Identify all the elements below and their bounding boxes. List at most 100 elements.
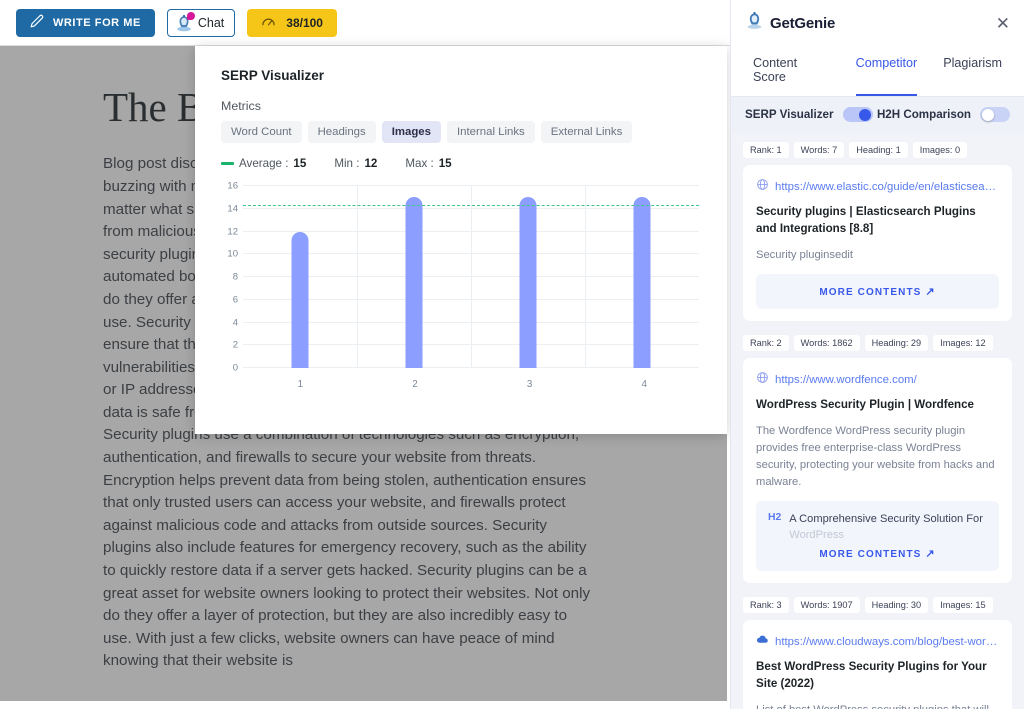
arrow-up-right-icon: ↗: [925, 286, 936, 299]
competitor-meta-badge: Words: 7: [793, 142, 845, 158]
chart-bar[interactable]: [291, 231, 309, 368]
competitor-meta-badge: Images: 12: [933, 335, 993, 352]
competitor-url-row[interactable]: https://www.elastic.co/guide/en/elastics…: [756, 178, 999, 196]
more-contents-button[interactable]: MORE CONTENTS ↗: [768, 285, 987, 298]
tab-content-score[interactable]: Content Score: [753, 46, 830, 96]
competitor-url-row[interactable]: https://www.wordfence.com/: [756, 371, 999, 389]
competitor-meta-badge: Words: 1907: [793, 597, 860, 614]
competitor-meta-row: Rank: 2 Words: 1862 Heading: 29 Images: 12: [743, 335, 1012, 352]
stat-max-label: Max :: [405, 157, 434, 170]
competitor-meta-badge: Images: 0: [912, 142, 968, 158]
chat-notification-dot: [186, 11, 195, 20]
chart-y-tick-label: 14: [227, 203, 238, 215]
chart-y-tick-label: 2: [232, 339, 238, 351]
chart-bar[interactable]: [633, 197, 651, 368]
competitor-item: Rank: 2 Words: 1862 Heading: 29 Images: 12 h…: [743, 335, 1012, 584]
competitor-meta-badge: Heading: 30: [864, 597, 929, 614]
competitor-title: Security plugins | Elasticsearch Plugins…: [756, 205, 976, 235]
average-line-swatch: [221, 162, 234, 165]
competitor-url[interactable]: https://www.wordfence.com/: [775, 374, 917, 386]
heading-text: A Comprehensive Security Solution For Wo…: [789, 513, 983, 541]
competitor-list[interactable]: Rank: 1 Words: 7 Heading: 1 Images: 0 https:…: [731, 132, 1024, 709]
stat-min-label: Min :: [334, 157, 360, 170]
content-score-value: 38/100: [286, 15, 323, 30]
chart-y-tick-label: 8: [232, 271, 238, 283]
competitor-meta-badge: Images: 15: [933, 597, 993, 614]
metric-chip-headings[interactable]: Headings: [307, 121, 376, 143]
tab-plagiarism[interactable]: Plagiarism: [943, 46, 1002, 96]
chart-x-tick-label: 1: [297, 379, 304, 390]
write-for-me-button[interactable]: WRITE FOR ME: [16, 8, 155, 37]
arrow-up-right-icon: ↗: [925, 548, 936, 561]
competitor-card: https://www.wordfence.com/WordPress Secu…: [743, 358, 1012, 584]
competitor-url[interactable]: https://www.elastic.co/guide/en/elastics…: [775, 181, 999, 193]
competitor-meta-badge: Rank: 1: [743, 142, 789, 158]
chart-y-tick-label: 6: [232, 294, 238, 306]
content-score-button[interactable]: 38/100: [247, 8, 337, 37]
serp-bar-chart: 0 2 4 6 8 10 12 14 16 1234: [221, 178, 705, 394]
stat-average-label: Average :: [239, 157, 289, 170]
brand-name: GetGenie: [770, 14, 836, 32]
metric-chip-group: Word Count Headings Images Internal Link…: [221, 121, 705, 143]
competitor-meta-badge: Rank: 3: [743, 597, 789, 614]
chart-bar[interactable]: [405, 197, 423, 368]
competitor-meta-badge: Rank: 2: [743, 335, 789, 352]
chart-y-tick-label: 0: [232, 362, 238, 374]
more-contents-button[interactable]: MORE CONTENTS ↗: [768, 547, 987, 560]
competitor-heading-row: H2 A Comprehensive Security Solution For …: [768, 512, 987, 543]
chart-x-tick-label: 3: [526, 379, 533, 390]
competitor-url[interactable]: https://www.cloudways.com/blog/best-word…: [775, 636, 999, 648]
serp-visualizer-title: SERP Visualizer: [221, 68, 325, 83]
toggle-h2h-comparison-switch[interactable]: [980, 107, 1010, 122]
competitor-card: https://www.cloudways.com/blog/best-word…: [743, 620, 1012, 709]
cloud-icon: [756, 633, 769, 651]
chart-plot-area: [243, 185, 699, 368]
metric-chip-word-count[interactable]: Word Count: [221, 121, 302, 143]
tab-competitor[interactable]: Competitor: [855, 46, 918, 96]
metric-chip-external-links[interactable]: External Links: [540, 121, 633, 143]
sidebar-toggles: SERP Visualizer H2H Comparison: [731, 97, 1024, 132]
metric-chip-internal-links[interactable]: Internal Links: [446, 121, 535, 143]
competitor-item: Rank: 3 Words: 1907 Heading: 30 Images: 15 h…: [743, 597, 1012, 709]
more-contents-label: MORE CONTENTS: [819, 287, 922, 299]
more-contents-label: MORE CONTENTS: [819, 549, 922, 561]
metric-chip-images[interactable]: Images: [381, 121, 441, 143]
close-icon[interactable]: ✕: [996, 15, 1010, 32]
chart-x-tick-label: 4: [641, 379, 647, 390]
globe-icon: [756, 178, 769, 196]
gauge-icon: [261, 15, 276, 30]
competitor-card: https://www.elastic.co/guide/en/elastics…: [743, 165, 1012, 322]
getgenie-sidebar: GetGenie ✕ Content Score Competitor Plag…: [730, 0, 1024, 709]
write-for-me-label: WRITE FOR ME: [53, 16, 141, 29]
competitor-description: List of best WordPress security plugins …: [756, 702, 999, 709]
editor-toolbar: WRITE FOR ME Chat 38/100: [0, 0, 730, 46]
stat-average: Average : 15: [221, 157, 306, 170]
competitor-description: Security pluginsedit: [756, 248, 854, 261]
chart-y-tick-label: 10: [227, 248, 238, 260]
pencil-icon: [30, 14, 44, 31]
brand: GetGenie: [745, 11, 835, 35]
sidebar-tabs: Content Score Competitor Plagiarism: [731, 46, 1024, 97]
toggle-h2h-comparison[interactable]: H2H Comparison: [877, 107, 1010, 122]
competitor-more-box: H2 A Comprehensive Security Solution For …: [756, 501, 999, 572]
competitor-meta-row: Rank: 3 Words: 1907 Heading: 30 Images: 15: [743, 597, 1012, 614]
competitor-more-box: MORE CONTENTS ↗: [756, 274, 999, 310]
chart-gridline-vertical: [357, 186, 358, 368]
competitor-meta-badge: Heading: 1: [849, 142, 908, 158]
toggle-serp-visualizer[interactable]: SERP Visualizer: [745, 107, 873, 122]
chart-x-tick-label: 2: [412, 379, 418, 390]
chart-stats: Average : 15 Min : 12 Max : 15: [221, 157, 705, 170]
toggle-serp-visualizer-label: SERP Visualizer: [745, 108, 834, 121]
heading-level-tag: H2: [768, 512, 782, 524]
genie-lamp-icon: [745, 11, 764, 35]
competitor-meta-badge: Heading: 29: [864, 335, 929, 352]
chat-button[interactable]: Chat: [166, 8, 236, 37]
chart-y-tick-label: 12: [227, 226, 238, 237]
chart-y-tick-label: 4: [232, 317, 238, 328]
stat-max-value: 15: [438, 157, 452, 170]
competitor-url-row[interactable]: https://www.cloudways.com/blog/best-word…: [756, 633, 999, 651]
toggle-serp-visualizer-switch[interactable]: [842, 107, 873, 122]
chart-bar[interactable]: [519, 197, 537, 368]
stat-min: Min : 12: [334, 157, 377, 170]
sidebar-header: GetGenie ✕: [731, 0, 1024, 46]
